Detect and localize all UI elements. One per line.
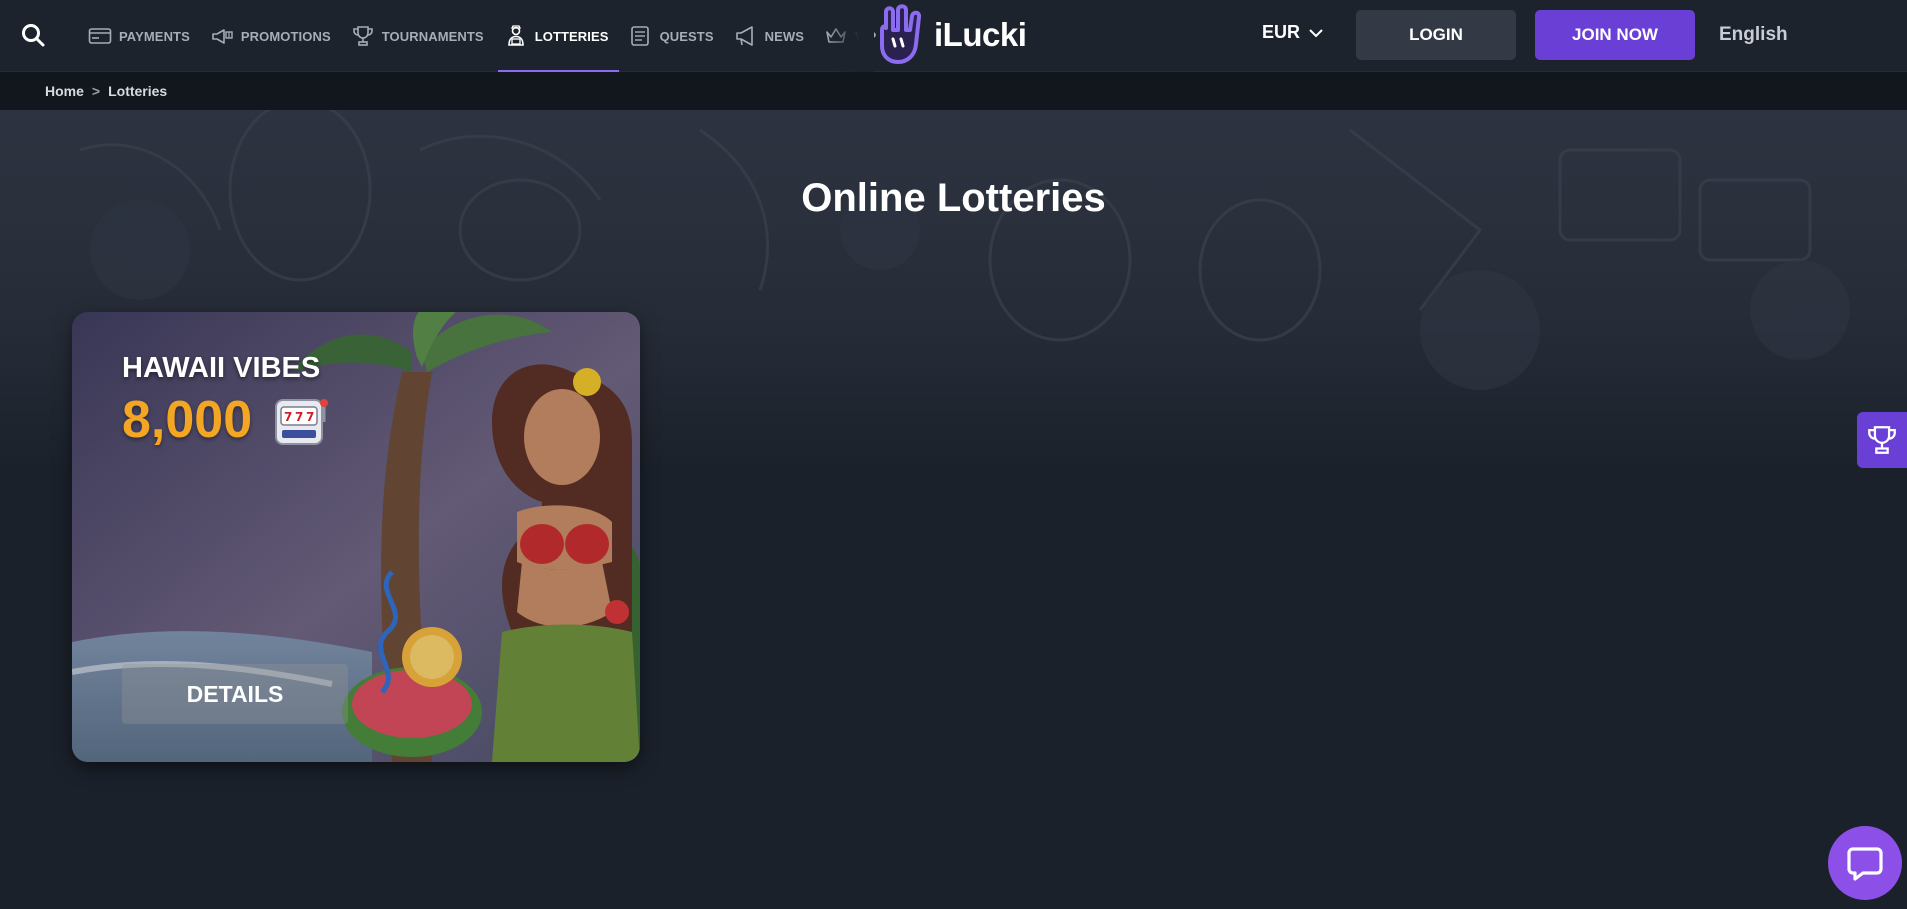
search-icon[interactable] <box>20 22 46 48</box>
currency-selector[interactable]: EUR <box>1262 22 1324 43</box>
breadcrumb: Home > Lotteries <box>45 83 167 99</box>
tournaments-side-tab[interactable] <box>1857 412 1907 468</box>
join-now-button[interactable]: JOIN NOW <box>1535 10 1695 60</box>
lottery-man-icon <box>507 25 524 46</box>
megaphone-icon <box>735 26 753 46</box>
slot-machine-icon: 7 7 7 <box>275 399 329 445</box>
nav-item-tournaments[interactable]: TOURNAMENTS <box>341 0 494 72</box>
main-nav: PAYMENTS PROMOTIONS TOURNAMENTS LOTTERIE… <box>78 0 886 72</box>
megaphone-gift-icon <box>212 29 233 44</box>
login-button[interactable]: LOGIN <box>1356 10 1516 60</box>
crown-icon <box>826 28 846 43</box>
nav-label: QUESTS <box>659 28 714 44</box>
nav-item-lotteries[interactable]: LOTTERIES <box>494 0 619 72</box>
svg-text:7: 7 <box>284 410 292 424</box>
nav-label: VIP <box>855 28 877 44</box>
nav-label: TOURNAMENTS <box>381 28 484 44</box>
rock-hand-logo-icon <box>880 4 922 64</box>
card-icon <box>88 28 112 44</box>
currency-label: EUR <box>1262 22 1301 42</box>
lottery-title: HAWAII VIBES <box>122 352 321 384</box>
nav-item-promotions[interactable]: PROMOTIONS <box>200 0 341 72</box>
svg-text:7: 7 <box>295 410 303 424</box>
page-title: Online Lotteries <box>801 176 1106 220</box>
logo-text: iLucki <box>934 16 1027 53</box>
details-button[interactable]: DETAILS <box>122 664 348 724</box>
lottery-prize: 8,000 7 7 7 <box>122 390 330 450</box>
chat-bubble-icon <box>1847 847 1883 881</box>
nav-item-payments[interactable]: PAYMENTS <box>78 0 200 72</box>
site-logo[interactable]: iLucki <box>876 2 1027 68</box>
scroll-icon <box>630 26 649 46</box>
breadcrumb-current: Lotteries <box>108 83 168 99</box>
language-selector[interactable]: English <box>1719 24 1788 46</box>
lottery-amount: 8,000 <box>122 391 253 449</box>
nav-label: LOTTERIES <box>534 28 609 44</box>
svg-text:7: 7 <box>306 410 314 424</box>
chevron-down-icon <box>1309 28 1323 37</box>
nav-label: NEWS <box>764 28 805 44</box>
nav-item-news[interactable]: NEWS <box>724 0 814 72</box>
nav-label: PAYMENTS <box>119 28 190 44</box>
live-chat-button[interactable] <box>1828 826 1902 900</box>
trophy-icon <box>352 26 373 46</box>
top-navigation-bar: PAYMENTS PROMOTIONS TOURNAMENTS LOTTERIE… <box>0 0 1907 72</box>
breadcrumb-bar: Home > Lotteries <box>0 72 1907 110</box>
nav-item-quests[interactable]: QUESTS <box>619 0 724 72</box>
breadcrumb-separator: > <box>91 83 101 99</box>
lottery-card[interactable]: HAWAII VIBES 8,000 7 7 7 DETAILS <box>72 312 640 762</box>
trophy-icon <box>1868 426 1896 454</box>
breadcrumb-home-link[interactable]: Home <box>45 83 84 99</box>
nav-label: PROMOTIONS <box>240 28 331 44</box>
